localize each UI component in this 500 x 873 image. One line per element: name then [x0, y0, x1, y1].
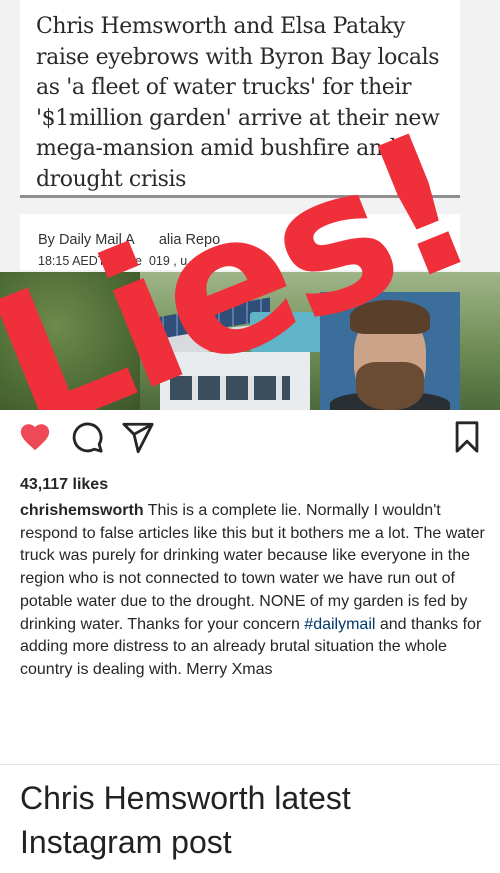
comment-icon[interactable] [70, 420, 104, 454]
hashtag-link[interactable]: #dailymail [304, 616, 375, 633]
send-icon[interactable] [121, 420, 155, 454]
divider [0, 764, 500, 765]
article-headline: Chris Hemsworth and Elsa Pataky raise ey… [36, 14, 440, 192]
image-caption: Chris Hemsworth latest Instagram post [20, 780, 351, 860]
article-updated: AED [316, 254, 360, 268]
heart-icon[interactable] [18, 420, 52, 454]
article-photo [0, 272, 500, 410]
caption-text: This is a complete lie. Normally I would… [20, 502, 485, 633]
article-screenshot: Chris Hemsworth and Elsa Pataky raise ey… [0, 0, 500, 410]
post-caption: chrishemsworth This is a complete lie. N… [20, 500, 486, 682]
headline-card: Chris Hemsworth and Elsa Pataky raise ey… [20, 0, 460, 198]
likes-count[interactable]: 43,117 likes [20, 476, 108, 494]
trees [0, 272, 140, 410]
byline-card: By Daily Mail A alia Repo 18:15 AEDT 21 … [20, 214, 460, 270]
portrait-photo [320, 292, 460, 410]
comment-count: 9 [439, 252, 446, 266]
caption-username[interactable]: chrishemsworth [20, 502, 144, 519]
bookmark-icon[interactable] [452, 420, 482, 454]
post-action-bar [0, 420, 500, 470]
article-dateline: 18:15 AEDT 21 De 019 , u [38, 254, 188, 268]
article-byline: By Daily Mail A alia Repo [38, 232, 221, 248]
